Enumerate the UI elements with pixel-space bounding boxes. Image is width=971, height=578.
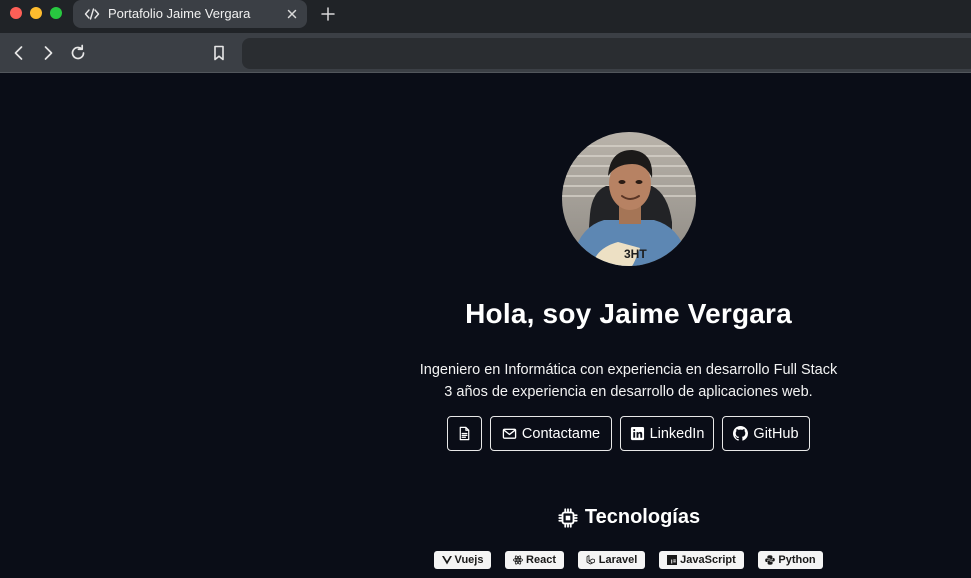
tech-badge-label: JavaScript (680, 554, 736, 566)
contact-button[interactable]: Contactame (490, 416, 612, 451)
python-icon (765, 555, 776, 565)
tab-title: Portafolio Jaime Vergara (108, 6, 251, 21)
tech-badge-label: Python (778, 554, 816, 566)
bookmark-icon[interactable] (209, 43, 229, 63)
linkedin-button-label: LinkedIn (649, 425, 705, 442)
maximize-window-button[interactable] (50, 7, 62, 19)
chip-icon (558, 507, 578, 528)
tech-badge-label: Vuejs (454, 554, 484, 566)
chevron-right-icon[interactable] (38, 43, 58, 63)
hero-title: Hola, soy Jaime Vergara (465, 298, 792, 329)
portfolio-page: 3HT Hola, soy Jaime Vergara Ingeniero en… (0, 74, 971, 578)
laravel-icon (586, 555, 595, 565)
browser-tab-bar: Portafolio Jaime Vergara (0, 0, 971, 33)
javascript-icon (667, 555, 678, 565)
contact-button-label: Contactame (521, 425, 601, 442)
address-bar[interactable] (242, 38, 971, 69)
document-icon (459, 426, 470, 441)
tech-badge-javascript: JavaScript (659, 551, 744, 569)
tech-title-label: Tecnologías (584, 506, 701, 528)
tech-badge-label: Laravel (598, 554, 638, 566)
browser-tab[interactable]: Portafolio Jaime Vergara (73, 0, 307, 28)
tech-badge-react: React (505, 551, 564, 569)
tech-badge-laravel: Laravel (578, 551, 645, 569)
github-button[interactable]: GitHub (722, 416, 810, 451)
react-icon (513, 555, 524, 565)
vue-icon (441, 556, 452, 565)
hero-experience: 3 años de experiencia en desarrollo de a… (444, 384, 813, 400)
browser-toolbar (0, 33, 971, 73)
profile-photo: 3HT (562, 132, 696, 266)
minimize-window-button[interactable] (30, 7, 42, 19)
chevron-left-icon[interactable] (9, 43, 29, 63)
close-icon[interactable] (284, 6, 300, 22)
tech-badge-python: Python (758, 551, 823, 569)
linkedin-icon (630, 426, 644, 441)
mail-icon (502, 428, 517, 439)
reload-icon[interactable] (68, 43, 88, 63)
code-icon (84, 8, 100, 20)
cv-button[interactable] (447, 416, 482, 451)
plus-icon[interactable] (319, 5, 337, 23)
close-window-button[interactable] (10, 7, 22, 19)
tech-badge-label: React (526, 554, 556, 566)
github-button-label: GitHub (753, 425, 799, 442)
hero-subtitle: Ingeniero en Informática con experiencia… (419, 362, 838, 378)
tech-section-title: Tecnologías (480, 506, 777, 529)
github-icon (733, 426, 749, 441)
linkedin-button[interactable]: LinkedIn (620, 416, 714, 451)
svg-text:3HT: 3HT (624, 247, 647, 261)
tech-badge-vue: Vuejs (434, 551, 491, 569)
